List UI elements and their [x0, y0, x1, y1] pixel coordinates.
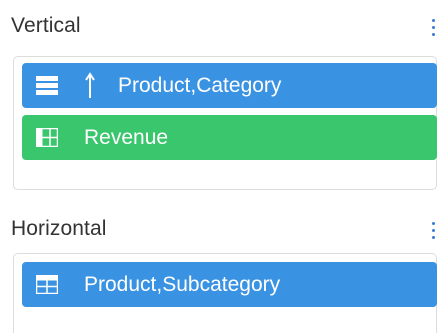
- pivot-layout-panel: Vertical Product,Category Revenue Horizo…: [0, 0, 445, 333]
- vertical-section: Vertical Product,Category Revenue: [0, 0, 445, 200]
- horizontal-section-header: Horizontal: [0, 203, 445, 240]
- vertical-field-product-category[interactable]: Product,Category: [22, 63, 437, 108]
- horizontal-field-label: Product,Subcategory: [84, 273, 281, 296]
- horizontal-field-product-subcategory[interactable]: Product,Subcategory: [22, 262, 437, 307]
- table-grid-icon: [35, 127, 59, 148]
- vertical-field-label: Product,Category: [118, 74, 282, 97]
- horizontal-menu-kebab-icon[interactable]: [431, 222, 437, 240]
- horizontal-section: Horizontal Product,Subcategory: [0, 203, 445, 333]
- vertical-menu-kebab-icon[interactable]: [431, 19, 437, 37]
- sort-ascending-arrow-icon[interactable]: [84, 72, 96, 99]
- vertical-section-header: Vertical: [0, 0, 445, 37]
- vertical-field-revenue[interactable]: Revenue: [22, 115, 437, 160]
- table-grid-icon: [35, 274, 59, 295]
- vertical-field-label: Revenue: [84, 126, 169, 149]
- horizontal-dropzone[interactable]: Product,Subcategory: [13, 253, 437, 333]
- horizontal-section-title: Horizontal: [11, 217, 107, 240]
- vertical-section-title: Vertical: [11, 14, 81, 37]
- vertical-dropzone[interactable]: Product,Category Revenue: [13, 56, 437, 190]
- rows-icon: [36, 76, 58, 95]
